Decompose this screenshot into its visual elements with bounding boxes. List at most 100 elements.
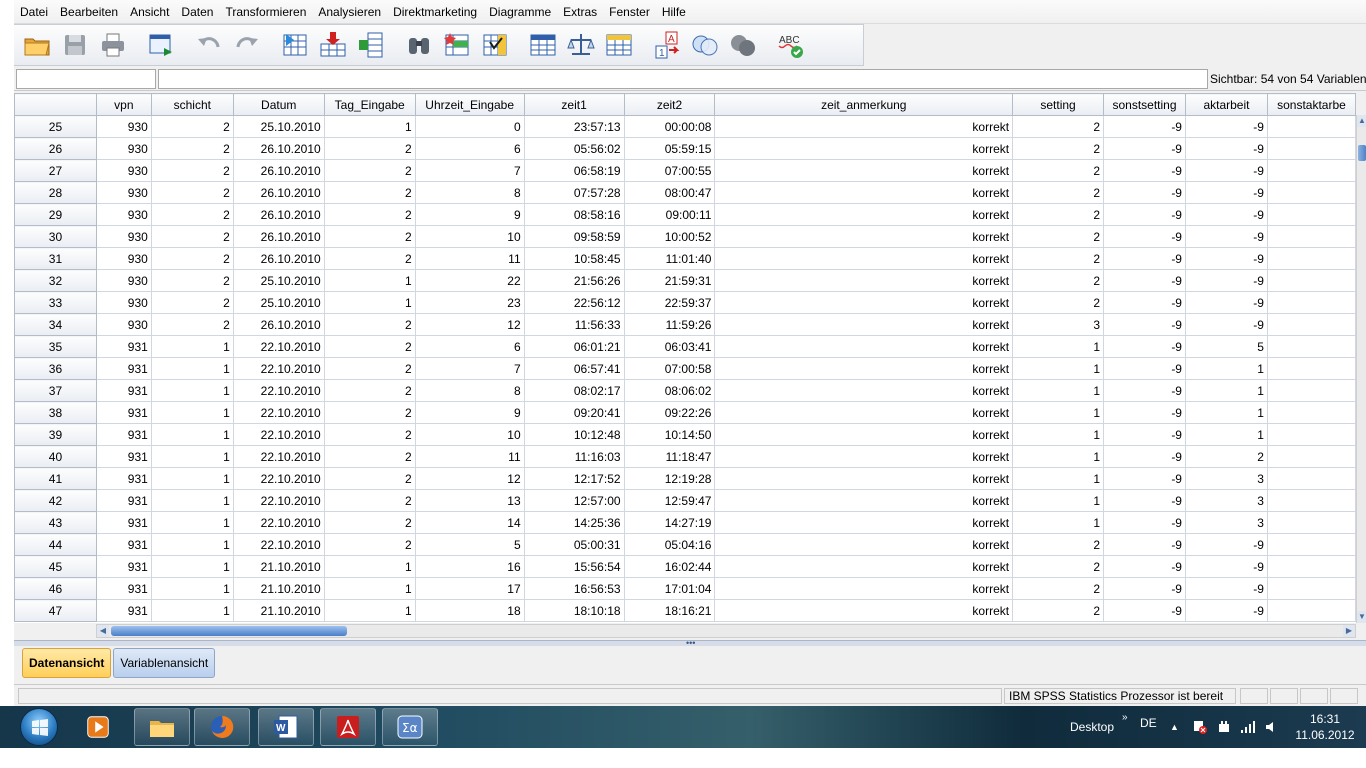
volume-icon[interactable] [1264, 706, 1280, 748]
data-cell-schicht[interactable]: 2 [150, 181, 234, 204]
data-cell-schicht[interactable]: 1 [150, 511, 234, 534]
data-cell-schicht[interactable]: 2 [150, 269, 234, 292]
data-cell-datum[interactable]: 22.10.2010 [232, 533, 325, 556]
data-cell-sonstsetting[interactable]: -9 [1103, 445, 1186, 468]
data-cell-aktarbeit[interactable]: -9 [1184, 313, 1268, 336]
splitter-grip-icon[interactable]: ••• [686, 638, 695, 648]
data-cell-sonstsetting[interactable]: -9 [1103, 137, 1186, 160]
data-cell-setting[interactable]: 2 [1012, 225, 1105, 248]
data-cell-zeit-anmerkung[interactable]: korrekt [714, 181, 1014, 204]
data-cell-datum[interactable]: 21.10.2010 [232, 577, 325, 600]
data-cell-sonstaktarbe[interactable] [1266, 247, 1356, 270]
scroll-up-icon[interactable]: ▲ [1357, 115, 1366, 127]
toolbar-expand-icon[interactable]: » [1122, 696, 1128, 738]
data-cell-aktarbeit[interactable]: 3 [1184, 511, 1268, 534]
data-cell-sonstaktarbe[interactable] [1266, 335, 1356, 358]
data-cell-datum[interactable]: 26.10.2010 [232, 225, 325, 248]
data-cell-zeit-anmerkung[interactable]: korrekt [714, 511, 1014, 534]
data-cell-datum[interactable]: 22.10.2010 [232, 335, 325, 358]
print-icon[interactable] [96, 28, 130, 62]
data-cell-datum[interactable]: 26.10.2010 [232, 203, 325, 226]
data-cell-zeit-anmerkung[interactable]: korrekt [714, 401, 1014, 424]
data-cell-zeit-anmerkung[interactable]: korrekt [714, 599, 1014, 622]
data-cell-aktarbeit[interactable]: -9 [1184, 599, 1268, 622]
data-cell-tag-eingabe[interactable]: 2 [323, 203, 416, 226]
media-player-icon[interactable] [70, 708, 126, 746]
data-cell-datum[interactable]: 21.10.2010 [232, 555, 325, 578]
data-cell-sonstaktarbe[interactable] [1266, 577, 1356, 600]
data-cell-sonstaktarbe[interactable] [1266, 445, 1356, 468]
variables-icon[interactable] [354, 28, 388, 62]
data-cell-vpn[interactable]: 930 [95, 181, 152, 204]
data-cell-uhrzeit-eingabe[interactable]: 22 [414, 269, 525, 292]
data-cell-aktarbeit[interactable]: -9 [1184, 181, 1268, 204]
data-cell-setting[interactable]: 2 [1012, 291, 1105, 314]
row-number[interactable]: 35 [14, 335, 97, 358]
data-cell-aktarbeit[interactable]: -9 [1184, 533, 1268, 556]
data-cell-vpn[interactable]: 931 [95, 379, 152, 402]
data-cell-uhrzeit-eingabe[interactable]: 12 [414, 313, 525, 336]
data-cell-aktarbeit[interactable]: 3 [1184, 467, 1268, 490]
insert-variable-icon[interactable] [478, 28, 512, 62]
data-cell-uhrzeit-eingabe[interactable]: 23 [414, 291, 525, 314]
row-number[interactable]: 43 [14, 511, 97, 534]
data-cell-aktarbeit[interactable]: 1 [1184, 423, 1268, 446]
data-cell-uhrzeit-eingabe[interactable]: 9 [414, 401, 525, 424]
data-cell-sonstsetting[interactable]: -9 [1103, 467, 1186, 490]
data-cell-zeit-anmerkung[interactable]: korrekt [714, 555, 1014, 578]
data-cell-setting[interactable]: 1 [1012, 357, 1105, 380]
column-header-vpn[interactable]: vpn [95, 93, 152, 116]
menu-direktmarketing[interactable]: Direktmarketing [387, 1, 483, 23]
data-cell-schicht[interactable]: 2 [150, 159, 234, 182]
data-cell-uhrzeit-eingabe[interactable]: 8 [414, 379, 525, 402]
data-cell-setting[interactable]: 2 [1012, 599, 1105, 622]
data-cell-sonstaktarbe[interactable] [1266, 357, 1356, 380]
data-cell-sonstsetting[interactable]: -9 [1103, 291, 1186, 314]
menu-hilfe[interactable]: Hilfe [656, 1, 692, 23]
row-number[interactable]: 46 [14, 577, 97, 600]
data-cell-sonstsetting[interactable]: -9 [1103, 181, 1186, 204]
row-number[interactable]: 32 [14, 269, 97, 292]
data-cell-zeit1[interactable]: 23:57:13 [523, 115, 625, 138]
vertical-scroll-thumb[interactable] [1358, 145, 1366, 161]
data-cell-setting[interactable]: 2 [1012, 203, 1105, 226]
data-cell-tag-eingabe[interactable]: 2 [323, 401, 416, 424]
menu-transformieren[interactable]: Transformieren [219, 1, 312, 23]
open-folder-icon[interactable] [20, 28, 54, 62]
menu-extras[interactable]: Extras [557, 1, 603, 23]
data-cell-tag-eingabe[interactable]: 2 [323, 159, 416, 182]
row-number[interactable]: 44 [14, 533, 97, 556]
data-cell-tag-eingabe[interactable]: 2 [323, 313, 416, 336]
data-cell-schicht[interactable]: 2 [150, 247, 234, 270]
data-cell-uhrzeit-eingabe[interactable]: 16 [414, 555, 525, 578]
data-cell-uhrzeit-eingabe[interactable]: 17 [414, 577, 525, 600]
scroll-right-icon[interactable]: ▶ [1343, 625, 1355, 637]
row-number[interactable]: 40 [14, 445, 97, 468]
save-disk-icon[interactable] [58, 28, 92, 62]
data-cell-zeit1[interactable]: 08:58:16 [523, 203, 625, 226]
data-cell-zeit1[interactable]: 22:56:12 [523, 291, 625, 314]
data-cell-aktarbeit[interactable]: 1 [1184, 401, 1268, 424]
data-cell-sonstsetting[interactable]: -9 [1103, 335, 1186, 358]
data-cell-zeit-anmerkung[interactable]: korrekt [714, 159, 1014, 182]
data-cell-schicht[interactable]: 1 [150, 357, 234, 380]
data-cell-vpn[interactable]: 930 [95, 203, 152, 226]
data-cell-datum[interactable]: 22.10.2010 [232, 511, 325, 534]
row-number[interactable]: 37 [14, 379, 97, 402]
data-cell-zeit1[interactable]: 12:57:00 [523, 489, 625, 512]
data-cell-tag-eingabe[interactable]: 2 [323, 445, 416, 468]
data-cell-zeit-anmerkung[interactable]: korrekt [714, 335, 1014, 358]
data-cell-tag-eingabe[interactable]: 1 [323, 269, 416, 292]
redo-icon[interactable] [230, 28, 264, 62]
column-header-zeit1[interactable]: zeit1 [523, 93, 625, 116]
menu-fenster[interactable]: Fenster [603, 1, 656, 23]
word-icon[interactable]: W [258, 708, 314, 746]
undo-icon[interactable] [192, 28, 226, 62]
data-cell-zeit1[interactable]: 16:56:53 [523, 577, 625, 600]
data-cell-sonstaktarbe[interactable] [1266, 181, 1356, 204]
data-cell-zeit-anmerkung[interactable]: korrekt [714, 313, 1014, 336]
menu-analysieren[interactable]: Analysieren [312, 1, 387, 23]
data-cell-zeit2[interactable]: 10:14:50 [623, 423, 716, 446]
data-cell-sonstsetting[interactable]: -9 [1103, 357, 1186, 380]
data-cell-sonstaktarbe[interactable] [1266, 401, 1356, 424]
